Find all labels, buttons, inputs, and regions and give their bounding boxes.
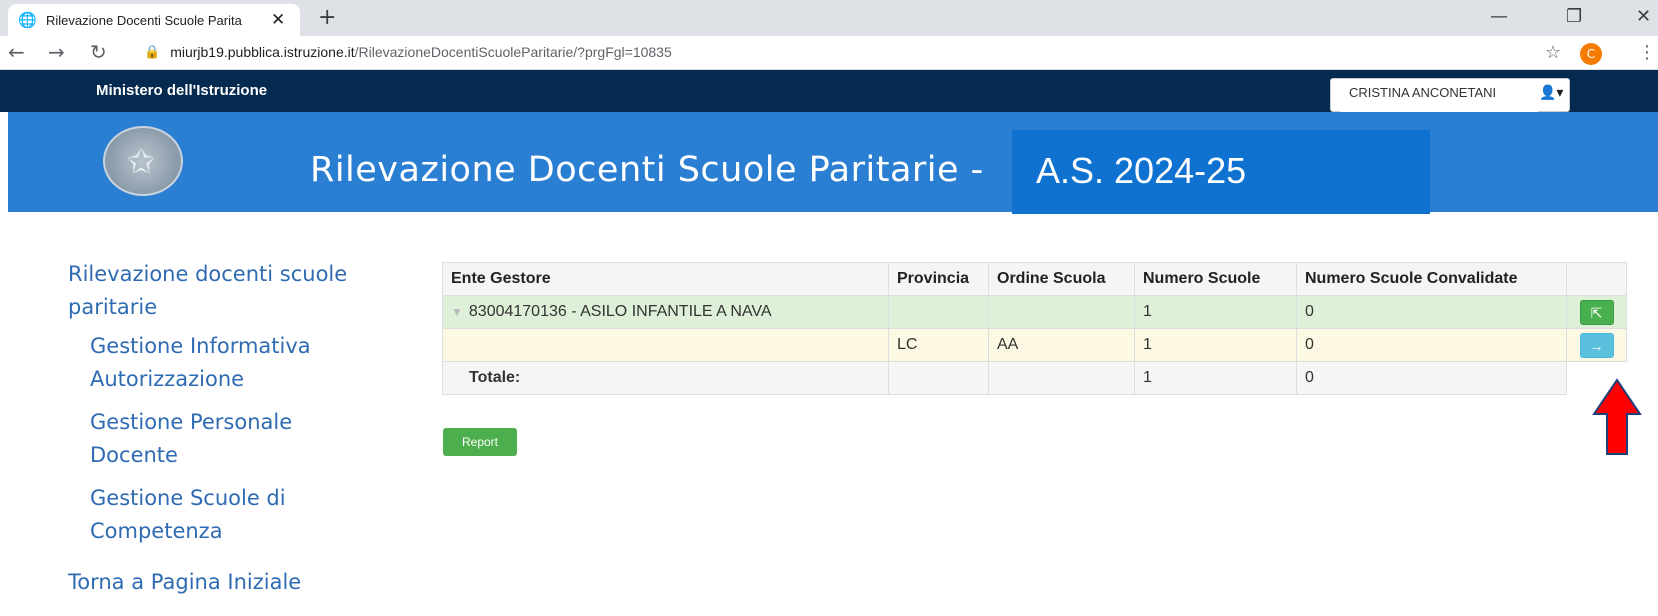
caret-down-icon[interactable]: ▼ [451, 305, 463, 319]
url-field[interactable]: 🔒 miurjb19.pubblica.istruzione.it /Rilev… [130, 39, 1530, 65]
sidebar-item-informativa[interactable]: Gestione Informativa Autorizzazione [90, 330, 311, 396]
ordine-cell [988, 295, 1135, 329]
ordine-cell: AA [988, 328, 1135, 362]
menu-kebab-icon[interactable]: ⋮ [1638, 42, 1656, 63]
total-row: Totale: 1 0 [442, 361, 1627, 395]
sidebar-item-label: Gestione Informativa [90, 334, 311, 358]
column-header: Ente Gestore [442, 262, 889, 296]
report-button[interactable]: Report [443, 428, 517, 456]
new-tab-button[interactable]: + [318, 6, 336, 30]
export-button[interactable]: ⇱ [1579, 299, 1614, 325]
numero-cell: 1 [1134, 295, 1297, 329]
provincia-cell: LC [888, 328, 989, 362]
table-header-row: Ente Gestore Provincia Ordine Scuola Num… [442, 262, 1627, 296]
sidebar-item-personale[interactable]: Gestione Personale Docente [90, 406, 292, 472]
minimize-icon[interactable]: — [1490, 6, 1508, 27]
window-close-icon[interactable]: ✕ [1636, 6, 1651, 27]
total-numero: 1 [1134, 361, 1297, 395]
sidebar-item-label: Autorizzazione [90, 367, 245, 391]
restore-icon[interactable]: ❐ [1566, 6, 1582, 27]
address-bar: ← → ↻ 🔒 miurjb19.pubblica.istruzione.it … [0, 36, 1658, 70]
school-year-box: A.S. 2024-25 [1012, 130, 1430, 214]
table-row[interactable]: ▼ 83004170136 - ASILO INFANTILE A NAVA 1 … [442, 295, 1627, 329]
sidebar-item-label: Gestione Scuole di [90, 486, 286, 510]
ente-name: 83004170136 - ASILO INFANTILE A NAVA [468, 303, 772, 320]
forward-icon[interactable]: → [48, 40, 65, 64]
profile-avatar[interactable]: C [1580, 43, 1602, 65]
ente-cell: ▼ 83004170136 - ASILO INFANTILE A NAVA [442, 295, 889, 329]
page-title: Rilevazione Docenti Scuole Paritarie - [310, 150, 984, 190]
school-year: A.S. 2024-25 [1036, 150, 1247, 191]
red-arrow-annotation [1592, 378, 1642, 455]
lock-icon: 🔒 [144, 44, 161, 60]
sidebar-item-home[interactable]: Torna a Pagina Iniziale [68, 566, 301, 599]
provincia-cell [888, 361, 989, 395]
reload-icon[interactable]: ↻ [90, 40, 107, 64]
republic-emblem-icon: ✩ [103, 126, 183, 196]
numero-cell: 1 [1134, 328, 1297, 362]
arrow-right-icon: → [1589, 337, 1604, 354]
url-host: miurjb19.pubblica.istruzione.it [170, 44, 355, 60]
user-dropdown-icon: 👤▾ [1539, 85, 1564, 101]
sidebar-item-label: paritarie [68, 295, 158, 319]
sidebar-item-rilevazione[interactable]: Rilevazione docenti scuole paritarie [68, 258, 347, 324]
total-convalidate: 0 [1296, 361, 1567, 395]
column-header: Provincia [888, 262, 989, 296]
ministry-name: Ministero dell'Istruzione [96, 82, 268, 99]
sidebar-item-label: Gestione Personale [90, 410, 293, 434]
bookmark-star-icon[interactable]: ☆ [1545, 42, 1561, 63]
action-cell: ⇱ [1566, 295, 1627, 329]
action-cell: → [1566, 328, 1627, 362]
close-tab-icon[interactable]: ✕ [271, 10, 285, 30]
browser-tab-bar: 🌐 Rilevazione Docenti Scuole Parita ✕ + … [0, 0, 1658, 36]
browser-tab[interactable]: 🌐 Rilevazione Docenti Scuole Parita ✕ [8, 4, 300, 36]
sidebar-item-label: Torna a Pagina Iniziale [68, 570, 302, 594]
column-header [1566, 262, 1627, 296]
sidebar-item-label: Competenza [90, 519, 223, 543]
globe-icon: 🌐 [18, 11, 37, 29]
export-icon: ⇱ [1590, 304, 1603, 321]
table-row[interactable]: LC AA 1 0 → [442, 328, 1627, 362]
column-header: Numero Scuole Convalidate [1296, 262, 1567, 296]
username: CRISTINA ANCONETANI [1349, 85, 1497, 100]
convalidate-cell: 0 [1296, 328, 1567, 362]
open-school-button[interactable]: → [1579, 332, 1614, 358]
total-label: Totale: [442, 361, 889, 395]
sidebar-item-label: Docente [90, 443, 178, 467]
back-icon[interactable]: ← [8, 40, 25, 64]
convalidate-cell: 0 [1296, 295, 1567, 329]
sidebar-item-label: Rilevazione docenti scuole [68, 262, 348, 286]
enti-table: Ente Gestore Provincia Ordine Scuola Num… [442, 262, 1627, 395]
sidebar-item-scuole[interactable]: Gestione Scuole di Competenza [90, 482, 286, 548]
provincia-cell [888, 295, 989, 329]
ente-cell [442, 328, 889, 362]
column-header: Ordine Scuola [988, 262, 1135, 296]
url-path: /RilevazioneDocentiScuoleParitarie/?prgF… [354, 44, 672, 60]
tab-title: Rilevazione Docenti Scuole Parita [46, 12, 242, 28]
column-header: Numero Scuole [1134, 262, 1297, 296]
ordine-cell [988, 361, 1135, 395]
